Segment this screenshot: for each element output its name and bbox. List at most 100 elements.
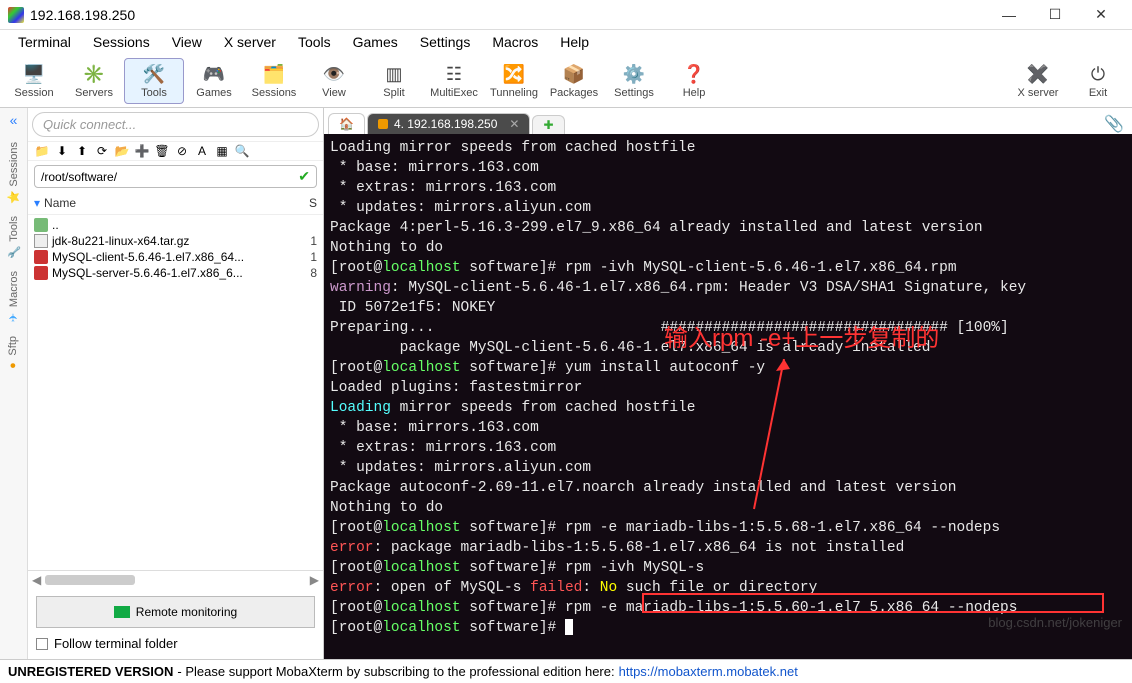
rpm-icon: [34, 266, 48, 280]
menu-games[interactable]: Games: [343, 32, 408, 52]
tool-help[interactable]: ❓Help: [664, 59, 724, 103]
tab-new[interactable]: ✚: [532, 115, 564, 134]
file-list: ..jdk-8u221-linux-x64.tar.gz1MySQL-clien…: [28, 215, 323, 570]
file-toolbar: 📁 ⬇ ⬆ ⟳ 📂 ➕ 🗑 ⊘ A ▦ 🔍: [28, 141, 323, 161]
archive-icon: [34, 234, 48, 248]
menu-macros[interactable]: Macros: [482, 32, 548, 52]
multiexec-icon: ☷: [424, 63, 484, 87]
tab-label: 4. 192.168.198.250: [394, 117, 497, 131]
menu-settings[interactable]: Settings: [410, 32, 481, 52]
statusbar: UNREGISTERED VERSION - Please support Mo…: [0, 659, 1132, 683]
collapse-sidebar-icon[interactable]: «: [10, 112, 18, 128]
ftb-icon-7[interactable]: ⊘: [174, 144, 190, 158]
tool-games[interactable]: 🎮Games: [184, 59, 244, 103]
terminal[interactable]: Loading mirror speeds from cached hostfi…: [324, 134, 1132, 659]
minimize-button[interactable]: —: [986, 0, 1032, 30]
ftb-icon-0[interactable]: 📁: [34, 144, 50, 158]
packages-icon: 📦: [544, 63, 604, 87]
checkbox-icon: [36, 638, 48, 650]
ftb-icon-8[interactable]: A: [194, 144, 210, 158]
status-link[interactable]: https://mobaxterm.mobatek.net: [619, 664, 798, 679]
help-icon: ❓: [664, 63, 724, 87]
rpm-icon: [34, 250, 48, 264]
session-icon: 🖥️: [4, 63, 64, 87]
menu-help[interactable]: Help: [550, 32, 599, 52]
file-row[interactable]: jdk-8u221-linux-x64.tar.gz1: [34, 233, 317, 249]
file-row[interactable]: MySQL-server-5.6.46-1.el7.x86_6...8: [34, 265, 317, 281]
remote-monitoring-button[interactable]: Remote monitoring: [36, 596, 315, 628]
sort-arrow-icon[interactable]: ▾: [34, 196, 40, 210]
tool-x server[interactable]: ✖️X server: [1008, 59, 1068, 103]
tunneling-icon: 🔀: [484, 63, 544, 87]
file-row[interactable]: ..: [34, 217, 317, 233]
titlebar: 192.168.198.250 — ☐ ✕: [0, 0, 1132, 30]
sessions-icon: 🗂️: [244, 63, 304, 87]
ftb-icon-1[interactable]: ⬇: [54, 144, 70, 158]
rail-tab-tools[interactable]: 🔧Tools: [5, 210, 22, 265]
menu-tools[interactable]: Tools: [288, 32, 341, 52]
watermark: blog.csdn.net/jokeniger: [988, 613, 1122, 633]
path-input[interactable]: /root/software/ ✔: [34, 165, 317, 188]
tool-exit[interactable]: ⏻Exit: [1068, 59, 1128, 103]
maximize-button[interactable]: ☐: [1032, 0, 1078, 30]
tool-split[interactable]: ▥Split: [364, 59, 424, 103]
ftb-icon-6[interactable]: 🗑: [154, 144, 170, 158]
ftb-icon-5[interactable]: ➕: [134, 144, 150, 158]
status-message: - Please support MobaXterm by subscribin…: [177, 664, 614, 679]
tool-servers[interactable]: ✳️Servers: [64, 59, 124, 103]
tool-packages[interactable]: 📦Packages: [544, 59, 604, 103]
paperclip-icon[interactable]: 📎: [1104, 114, 1124, 134]
tool-tunneling[interactable]: 🔀Tunneling: [484, 59, 544, 103]
ftb-icon-9[interactable]: ▦: [214, 144, 230, 158]
x server-icon: ✖️: [1008, 63, 1068, 87]
rail-tab-macros[interactable]: ✈Macros: [5, 265, 22, 330]
tool-sessions[interactable]: 🗂️Sessions: [244, 59, 304, 103]
rail-tab-sftp[interactable]: ●Sftp: [5, 330, 21, 378]
tool-session[interactable]: 🖥️Session: [4, 59, 64, 103]
ftb-icon-2[interactable]: ⬆: [74, 144, 90, 158]
col-size[interactable]: S: [309, 196, 317, 210]
follow-terminal-checkbox[interactable]: Follow terminal folder: [36, 636, 315, 651]
menu-view[interactable]: View: [162, 32, 212, 52]
tab-session-active[interactable]: 4. 192.168.198.250 ✕: [367, 113, 531, 134]
tool-multiexec[interactable]: ☷MultiExec: [424, 59, 484, 103]
close-button[interactable]: ✕: [1078, 0, 1124, 30]
servers-icon: ✳️: [64, 63, 124, 87]
monitor-icon: [114, 606, 130, 618]
terminal-tabs: 🏠 4. 192.168.198.250 ✕ ✚ 📎: [324, 108, 1132, 134]
ftb-icon-10[interactable]: 🔍: [234, 144, 250, 158]
file-row[interactable]: MySQL-client-5.6.46-1.el7.x86_64...1: [34, 249, 317, 265]
ftb-icon-3[interactable]: ⟳: [94, 144, 110, 158]
app-icon: [8, 7, 24, 23]
main-toolbar: 🖥️Session✳️Servers🛠️Tools🎮Games🗂️Session…: [0, 54, 1132, 108]
rail-tab-sessions[interactable]: ⭐Sessions: [5, 136, 22, 210]
terminal-content: Loading mirror speeds from cached hostfi…: [330, 138, 1126, 638]
path-text: /root/software/: [41, 170, 117, 184]
status-unregistered: UNREGISTERED VERSION: [8, 664, 173, 679]
tool-tools[interactable]: 🛠️Tools: [124, 58, 184, 104]
window-title: 192.168.198.250: [30, 7, 135, 23]
tools-icon: 🛠️: [125, 63, 183, 87]
col-name[interactable]: Name: [44, 196, 76, 210]
folder-icon: [34, 218, 48, 232]
tab-home[interactable]: 🏠: [328, 113, 365, 134]
view-icon: 👁️: [304, 63, 364, 87]
follow-label: Follow terminal folder: [54, 636, 178, 651]
path-ok-icon: ✔: [298, 168, 310, 185]
menu-terminal[interactable]: Terminal: [8, 32, 81, 52]
tool-settings[interactable]: ⚙️Settings: [604, 59, 664, 103]
ftb-icon-4[interactable]: 📂: [114, 144, 130, 158]
plus-icon: ✚: [543, 118, 553, 132]
right-panel: 🏠 4. 192.168.198.250 ✕ ✚ 📎 Loading mirro…: [324, 108, 1132, 659]
file-hscrollbar[interactable]: ◀▶: [28, 570, 323, 588]
session-icon: [378, 119, 388, 129]
menu-sessions[interactable]: Sessions: [83, 32, 160, 52]
left-panel: Quick connect... 📁 ⬇ ⬆ ⟳ 📂 ➕ 🗑 ⊘ A ▦ 🔍 /root/softw…: [28, 108, 324, 659]
tool-view[interactable]: 👁️View: [304, 59, 364, 103]
tab-close-icon[interactable]: ✕: [509, 117, 519, 131]
quick-connect-input[interactable]: Quick connect...: [32, 112, 319, 137]
split-icon: ▥: [364, 63, 424, 87]
side-rail: « ⭐Sessions🔧Tools✈Macros●Sftp: [0, 108, 28, 659]
menu-x-server[interactable]: X server: [214, 32, 286, 52]
exit-icon: ⏻: [1068, 63, 1128, 87]
